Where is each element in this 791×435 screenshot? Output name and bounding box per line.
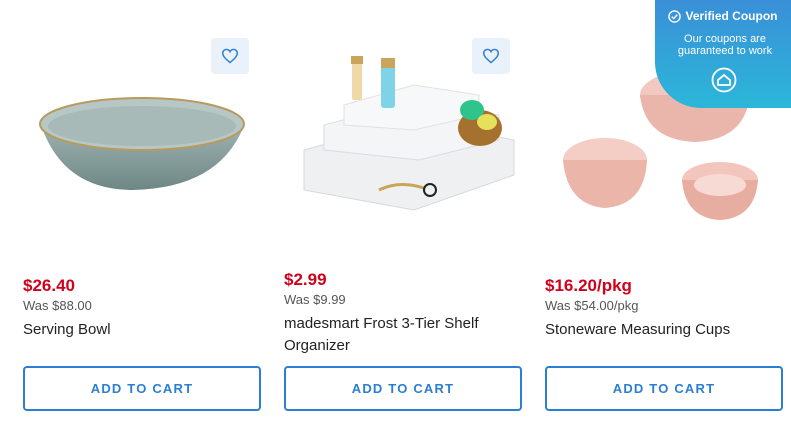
- product-name[interactable]: Stoneware Measuring Cups: [545, 319, 775, 341]
- sale-price: $2.99: [284, 270, 327, 289]
- original-price: Was $9.99: [284, 292, 346, 307]
- coupon-title: Verified Coupon: [655, 9, 791, 23]
- product-name[interactable]: madesmart Frost 3-Tier Shelf Organizer: [284, 313, 514, 357]
- add-to-cart-button[interactable]: ADD TO CART: [545, 366, 783, 411]
- house-logo-icon: [711, 67, 737, 93]
- add-to-cart-button[interactable]: ADD TO CART: [23, 366, 261, 411]
- verified-coupon-badge[interactable]: Verified Coupon Our coupons are guarante…: [655, 0, 791, 108]
- coupon-title-text: Verified Coupon: [685, 9, 778, 23]
- product-card[interactable]: $26.40 Was $88.00 Serving Bowl ADD TO CA…: [23, 0, 261, 435]
- original-price: Was $88.00: [23, 298, 92, 313]
- checkmark-circle-icon: [668, 9, 682, 23]
- sale-price: $16.20/pkg: [545, 276, 632, 295]
- product-card[interactable]: $2.99 Was $9.99 madesmart Frost 3-Tier S…: [284, 0, 522, 435]
- sale-price: $26.40: [23, 276, 75, 295]
- product-name[interactable]: Serving Bowl: [23, 319, 253, 341]
- serving-bowl-image[interactable]: [23, 40, 261, 250]
- shelf-organizer-image[interactable]: [284, 40, 522, 250]
- add-to-cart-button[interactable]: ADD TO CART: [284, 366, 522, 411]
- coupon-subtitle: Our coupons are guaranteed to work: [677, 33, 773, 57]
- original-price: Was $54.00/pkg: [545, 298, 639, 313]
